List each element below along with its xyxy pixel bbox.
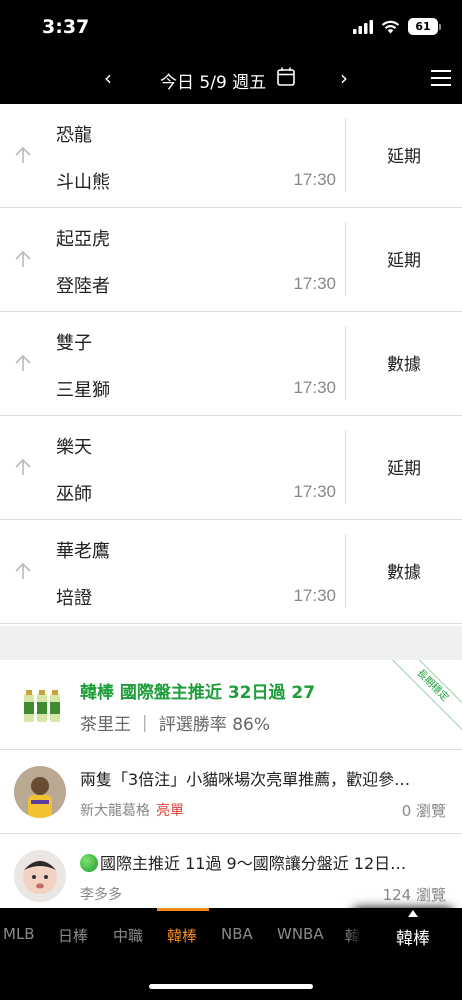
view-count: 0 瀏覽 — [401, 802, 446, 820]
tab-3[interactable]: 中職 — [113, 925, 143, 946]
home-team: 起亞虎 — [56, 229, 110, 250]
game-time: 17:30 — [293, 170, 336, 189]
tab-5[interactable]: NBA — [221, 925, 253, 943]
game-row[interactable]: 雙子三星獅 17:30 數據 — [0, 312, 462, 416]
home-team: 恐龍 — [56, 125, 92, 146]
promo-title: 韓棒 國際盤主推近 32日過 27 — [80, 683, 316, 703]
arrow-up-icon[interactable] — [14, 354, 32, 376]
menu-icon[interactable] — [431, 70, 451, 86]
away-team: 斗山熊 — [56, 172, 110, 193]
post-tag: 亮單 — [156, 803, 184, 819]
post-title: 兩隻「3倍注」小貓咪場次亮單推薦，歡迎參… — [80, 770, 411, 789]
post-author: 新大龍葛格 亮單 — [80, 800, 184, 820]
wifi-icon — [381, 20, 400, 33]
long-term-stable-ribbon: 長期穩定 — [382, 660, 462, 736]
current-league-button[interactable]: 韓棒 — [364, 908, 462, 960]
game-time: 17:30 — [293, 482, 336, 501]
battery-icon: 61 — [408, 18, 441, 35]
game-row[interactable]: 起亞虎登陸者 17:30 延期 — [0, 208, 462, 312]
next-day-button[interactable]: › — [340, 66, 348, 90]
game-time: 17:30 — [293, 274, 336, 293]
home-indicator — [149, 984, 313, 989]
section-divider — [0, 626, 462, 660]
green-circle-icon — [80, 854, 98, 872]
post-title: 國際主推近 11過 9～國際讓分盤近 12日… — [80, 850, 450, 874]
home-team: 華老鷹 — [56, 541, 110, 562]
tab-2[interactable]: 日棒 — [58, 925, 88, 946]
home-team: 雙子 — [56, 333, 92, 354]
arrow-up-icon[interactable] — [14, 250, 32, 272]
current-league-label: 韓棒 — [396, 929, 430, 949]
post-author: 李多多 — [80, 884, 122, 904]
game-time: 17:30 — [293, 586, 336, 605]
tab-6[interactable]: WNBA — [277, 925, 324, 943]
away-team: 登陸者 — [56, 276, 110, 297]
date-nav: ‹ 今日 5/9 週五 › — [0, 56, 462, 104]
author-name: 新大龍葛格 — [80, 803, 150, 819]
status-bar: 3:37 61 — [0, 0, 462, 56]
home-team: 樂天 — [56, 437, 92, 458]
tab-1[interactable]: MLB — [3, 925, 35, 943]
author-name: 李多多 — [80, 887, 122, 903]
active-tab-indicator — [157, 908, 209, 911]
avatar — [14, 850, 66, 902]
arrow-up-icon[interactable] — [14, 458, 32, 480]
game-row[interactable]: 華老鷹培證 17:30 數據 — [0, 520, 462, 624]
arrow-up-icon[interactable] — [14, 562, 32, 584]
game-row[interactable]: 恐龍斗山熊 17:30 延期 — [0, 104, 462, 208]
tab-4[interactable]: 韓棒 — [167, 925, 197, 946]
game-time: 17:30 — [293, 378, 336, 397]
prev-day-button[interactable]: ‹ — [104, 66, 112, 90]
status-icons: 61 — [353, 18, 441, 35]
game-status-button[interactable]: 延期 — [346, 454, 462, 479]
list-item[interactable]: 兩隻「3倍注」小貓咪場次亮單推薦，歡迎參… 新大龍葛格 亮單 0 瀏覽 — [0, 750, 462, 834]
arrow-up-icon — [408, 910, 418, 917]
game-list: 恐龍 斗山熊 17:30 延期 起亞虎 登陸者 17:30 延期 雙子 三星獅 17:30 數據 樂天巫… — [0, 104, 462, 626]
list-item[interactable]: 國際主推近 11過 9～國際讓分盤近 12日… 李多多 124 瀏覽 — [0, 834, 462, 918]
game-status-button[interactable]: 數據 — [346, 558, 462, 583]
post-title-text: 國際主推近 11過 9～國際讓分盤近 12日… — [100, 854, 407, 873]
tab-7[interactable]: 韓 — [345, 925, 360, 946]
game-status-button[interactable]: 延期 — [346, 142, 462, 167]
game-status-button[interactable]: 數據 — [346, 350, 462, 375]
date-title[interactable]: 今日 5/9 週五 — [160, 68, 266, 93]
away-team: 三星獅 — [56, 380, 110, 401]
tea-bottles-image — [24, 690, 60, 722]
avatar — [14, 766, 66, 818]
expert-promo-card[interactable]: 韓棒 國際盤主推近 32日過 27 茶里王 ｜ 評選勝率 86% 長期穩定 — [0, 660, 462, 750]
calendar-icon[interactable] — [277, 67, 295, 86]
view-count: 124 瀏覽 — [382, 886, 446, 904]
promo-subtitle: 茶里王 ｜ 評選勝率 86% — [80, 715, 270, 735]
signal-icon — [353, 19, 373, 34]
away-team: 巫師 — [56, 484, 92, 505]
away-team: 培證 — [56, 588, 92, 609]
game-status-button[interactable]: 延期 — [346, 246, 462, 271]
arrow-up-icon[interactable] — [14, 146, 32, 168]
game-row[interactable]: 樂天巫師 17:30 延期 — [0, 416, 462, 520]
battery-level: 61 — [415, 20, 431, 33]
status-time: 3:37 — [42, 16, 90, 38]
